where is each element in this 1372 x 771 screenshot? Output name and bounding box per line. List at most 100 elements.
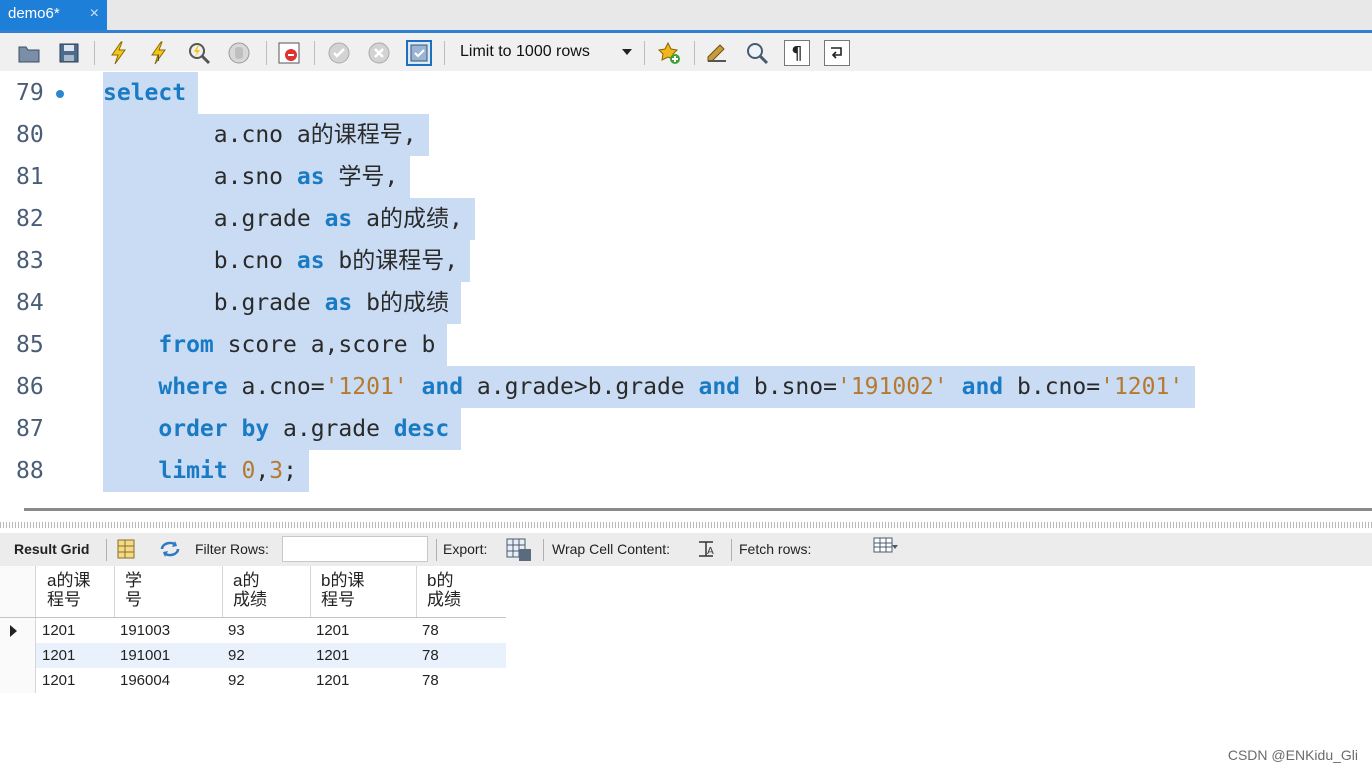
code-text: b.grade as b的成绩 (103, 282, 461, 324)
column-separator[interactable] (310, 566, 311, 617)
code-text: b.cno as b的课程号, (103, 240, 471, 282)
line-number: 83 (16, 248, 44, 274)
add-snippet-icon[interactable] (656, 40, 682, 66)
save-icon[interactable] (56, 40, 82, 66)
code-line[interactable]: 81 a.sno as 学号, (0, 156, 1372, 198)
toolbar-separator (436, 539, 437, 561)
code-line[interactable]: 87 order by a.grade desc (0, 408, 1372, 450)
table-cell[interactable]: 92 (228, 672, 245, 689)
pane-splitter[interactable] (0, 497, 1372, 533)
result-toolbar: Result Grid Filter Rows: Export: Wrap Ce… (0, 533, 1372, 566)
toolbar-separator (731, 539, 732, 561)
beautify-icon[interactable] (704, 40, 730, 66)
sql-editor[interactable]: 79 select 80 a.cno a的课程号, 81 a.sno as 学号, 82… (0, 72, 1372, 497)
export-label: Export: (443, 541, 488, 557)
table-cell[interactable]: 1201 (42, 672, 75, 689)
refresh-icon[interactable] (158, 539, 182, 562)
line-number: 88 (16, 458, 44, 484)
result-grid-tab[interactable]: Result Grid (14, 541, 89, 557)
table-cell[interactable]: 1201 (42, 647, 75, 664)
table-cell[interactable]: 1201 (316, 672, 349, 689)
column-separator[interactable] (114, 566, 115, 617)
filter-rows-input[interactable] (282, 536, 428, 562)
table-cell[interactable]: 78 (422, 647, 439, 664)
row-header[interactable] (0, 643, 36, 668)
tab-close-icon[interactable]: × (90, 5, 99, 23)
execute-current-icon[interactable]: I (146, 40, 172, 66)
code-text: a.sno as 学号, (103, 156, 411, 198)
table-row[interactable]: 1201 196004 92 1201 78 (0, 668, 506, 693)
code-line[interactable]: 82 a.grade as a的成绩, (0, 198, 1372, 240)
fetch-rows-icon[interactable] (872, 536, 900, 561)
tab-title: demo6* (8, 5, 60, 22)
rollback-icon[interactable] (366, 40, 392, 66)
limit-rows-select[interactable]: Limit to 1000 rows (452, 38, 638, 66)
line-number: 81 (16, 164, 44, 190)
line-number: 82 (16, 206, 44, 232)
toggle-error-stop-icon[interactable] (276, 40, 302, 66)
toolbar-separator (694, 41, 695, 65)
invisible-chars-icon[interactable]: ¶ (784, 40, 810, 66)
column-header[interactable]: a的课 程号 (47, 571, 90, 609)
code-line[interactable]: 79 select (0, 72, 1372, 114)
table-cell[interactable]: 1201 (316, 647, 349, 664)
grid-view-icon[interactable] (116, 538, 136, 563)
table-cell[interactable]: 1201 (42, 622, 75, 639)
table-cell[interactable]: 78 (422, 622, 439, 639)
execute-icon[interactable] (106, 40, 132, 66)
watermark: CSDN @ENKidu_Gli (1227, 747, 1358, 763)
export-icon[interactable] (505, 537, 533, 566)
code-text: order by a.grade desc (103, 408, 462, 450)
toolbar-separator (106, 539, 107, 561)
column-header[interactable]: 学号 (125, 571, 142, 609)
column-separator[interactable] (416, 566, 417, 617)
line-number: 87 (16, 416, 44, 442)
wrap-cell-content-label: Wrap Cell Content: (552, 541, 671, 557)
column-header[interactable]: b的 成绩 (427, 571, 461, 609)
stop-icon[interactable] (226, 40, 252, 66)
line-number: 86 (16, 374, 44, 400)
table-cell[interactable]: 191003 (120, 622, 170, 639)
current-row-icon (10, 625, 17, 637)
table-cell[interactable]: 93 (228, 622, 245, 639)
table-row[interactable]: 1201 191001 92 1201 78 (0, 643, 506, 668)
splitter-line (24, 508, 1372, 511)
statement-marker-icon (56, 90, 64, 98)
editor-tab-demo6[interactable]: demo6* × (0, 0, 107, 30)
column-separator[interactable] (222, 566, 223, 617)
grid-corner (0, 566, 36, 617)
code-line[interactable]: 85 from score a,score b (0, 324, 1372, 366)
chevron-down-icon (622, 49, 632, 55)
column-header[interactable]: a的 成绩 (233, 571, 267, 609)
wrap-cell-icon[interactable]: A (696, 539, 716, 562)
svg-text:A: A (707, 546, 714, 557)
code-line[interactable]: 83 b.cno as b的课程号, (0, 240, 1372, 282)
table-row[interactable]: 1201 191003 93 1201 78 (0, 618, 506, 643)
sql-editor-toolbar: I Limit to 1000 rows ¶ (0, 33, 1372, 71)
code-line[interactable]: 86 where a.cno='1201' and a.grade>b.grad… (0, 366, 1372, 408)
splitter-grip[interactable] (0, 522, 1372, 528)
code-text: a.cno a的课程号, (103, 114, 429, 156)
find-icon[interactable] (744, 40, 770, 66)
line-number: 79 (16, 80, 44, 106)
open-folder-icon[interactable] (16, 40, 42, 66)
table-cell[interactable]: 191001 (120, 647, 170, 664)
table-cell[interactable]: 92 (228, 647, 245, 664)
row-header[interactable] (0, 668, 36, 693)
wrap-icon[interactable] (824, 40, 850, 66)
autocommit-icon[interactable] (406, 40, 432, 66)
table-cell[interactable]: 1201 (316, 622, 349, 639)
code-line[interactable]: 80 a.cno a的课程号, (0, 114, 1372, 156)
code-line[interactable]: 88 limit 0,3; (0, 450, 1372, 492)
commit-icon[interactable] (326, 40, 352, 66)
table-cell[interactable]: 78 (422, 672, 439, 689)
column-header[interactable]: b的课 程号 (321, 571, 364, 609)
code-line[interactable]: 84 b.grade as b的成绩 (0, 282, 1372, 324)
toolbar-separator (314, 41, 315, 65)
row-header[interactable] (0, 618, 36, 643)
table-cell[interactable]: 196004 (120, 672, 170, 689)
svg-text:I: I (157, 54, 160, 64)
code-text: from score a,score b (103, 324, 448, 366)
explain-icon[interactable] (186, 40, 212, 66)
grid-header: a的课 程号学号 a的 成绩 b的课 程号 b的 成绩 (0, 566, 506, 618)
